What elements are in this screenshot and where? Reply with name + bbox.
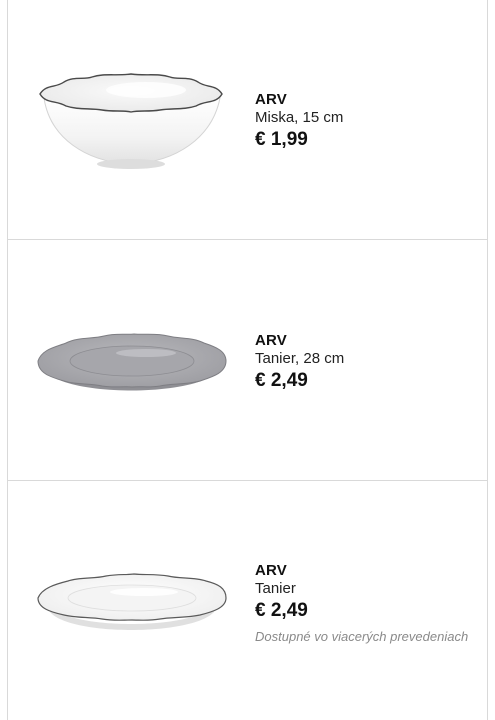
product-name[interactable]: ARV bbox=[255, 562, 485, 580]
product-name[interactable]: ARV bbox=[255, 91, 485, 109]
grey-plate-image[interactable] bbox=[26, 291, 236, 431]
white-plate-image[interactable] bbox=[26, 532, 236, 672]
product-card-bowl[interactable]: ARV Miska, 15 cm € 1,99 bbox=[8, 0, 487, 240]
product-price: € 2,49 bbox=[255, 600, 308, 621]
product-card-white-plate[interactable]: ARV Tanier € 2,49 Dostupné vo viacerých … bbox=[8, 482, 487, 720]
product-name[interactable]: ARV bbox=[255, 332, 485, 350]
product-description: Tanier bbox=[255, 580, 296, 597]
product-info: ARV Tanier € 2,49 Dostupné vo viacerých … bbox=[255, 562, 485, 645]
product-price: € 1,99 bbox=[255, 129, 308, 150]
product-list: ARV Miska, 15 cm € 1,99 ARV Tanier, 28 c… bbox=[7, 0, 488, 720]
white-bowl-image[interactable] bbox=[26, 50, 236, 190]
product-price: € 2,49 bbox=[255, 370, 308, 391]
product-description: Tanier, 28 cm bbox=[255, 350, 345, 367]
variants-available-note: Dostupné vo viacerých prevedeniach bbox=[255, 629, 469, 644]
product-info: ARV Tanier, 28 cm € 2,49 bbox=[255, 332, 485, 393]
product-description: Miska, 15 cm bbox=[255, 109, 344, 126]
product-card-grey-plate[interactable]: ARV Tanier, 28 cm € 2,49 bbox=[8, 241, 487, 481]
product-info: ARV Miska, 15 cm € 1,99 bbox=[255, 91, 485, 152]
